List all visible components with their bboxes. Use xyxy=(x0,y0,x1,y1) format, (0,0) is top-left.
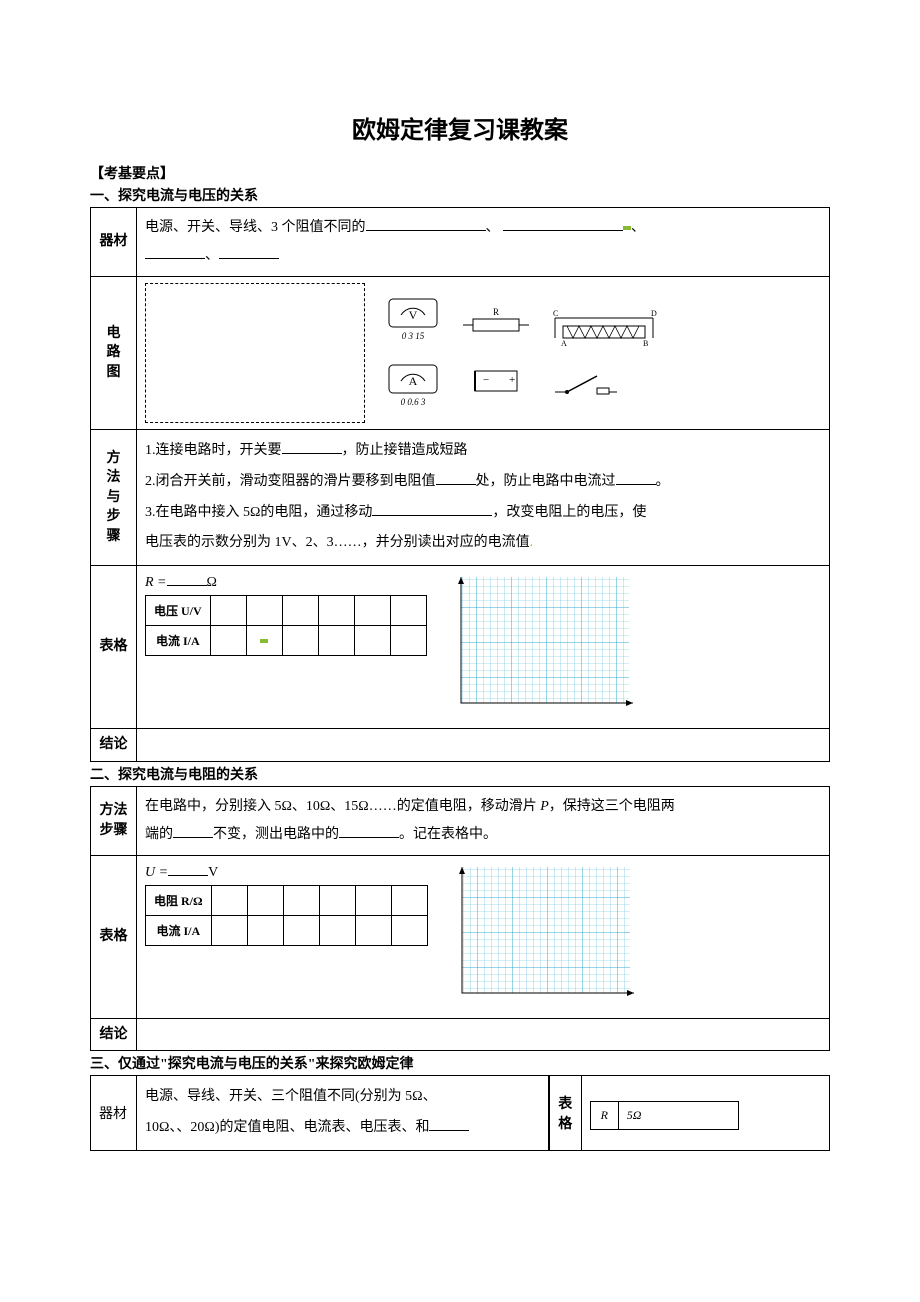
svg-text:0 3 15: 0 3 15 xyxy=(402,331,425,341)
svg-text:D: D xyxy=(651,309,657,318)
label-circuit: 电 路 图 xyxy=(91,277,137,430)
table-cell-2: U =V 电阻 R/Ω 电流 I/A xyxy=(137,855,830,1018)
svg-text:+: + xyxy=(509,374,515,386)
svg-text:B: B xyxy=(643,339,648,348)
section-1-table: 器材 电源、开关、导线、3 个阻值不同的、 、 、 电 路 图 V 0 3 15 xyxy=(90,207,830,762)
svg-text:0 0.6 3: 0 0.6 3 xyxy=(401,397,426,407)
section-3-right: 表 格 R5Ω xyxy=(549,1075,830,1151)
switch-icon xyxy=(549,364,619,398)
method2-cell: 在电路中，分别接入 5Ω、10Ω、15Ω……的定值电阻，移动滑片 P，保持这三个… xyxy=(137,786,830,855)
section-3-head: 三、仅通过"探究电流与电压的关系"来探究欧姆定律 xyxy=(90,1053,830,1073)
conclusion-cell-2 xyxy=(137,1018,830,1051)
conclusion-cell-1 xyxy=(137,729,830,762)
label-equipment-3: 器材 xyxy=(91,1076,137,1151)
svg-text:R: R xyxy=(493,307,499,317)
equipment-cell: 电源、开关、导线、3 个阻值不同的、 、 、 xyxy=(137,208,830,277)
voltmeter-icon: V 0 3 15 xyxy=(383,295,443,345)
label-conclusion: 结论 xyxy=(91,729,137,762)
page-title: 欧姆定律复习课教案 xyxy=(90,110,830,145)
label-method2: 方法 步骤 xyxy=(91,786,137,855)
circuit-cell: V 0 3 15 A 0 0.6 3 R xyxy=(137,277,830,430)
svg-text:A: A xyxy=(561,339,567,348)
svg-text:−: − xyxy=(483,374,489,386)
svg-text:C: C xyxy=(553,309,558,318)
section-3-left: 器材 电源、导线、开关、三个阻值不同(分别为 5Ω、 10Ω、、20Ω)的定值电… xyxy=(90,1075,549,1151)
label-table-2: 表格 xyxy=(91,855,137,1018)
battery-icon: − + xyxy=(461,361,531,401)
equipment-cell-3: 电源、导线、开关、三个阻值不同(分别为 5Ω、 10Ω、、20Ω)的定值电阻、电… xyxy=(137,1076,549,1151)
marker-icon xyxy=(260,639,268,643)
method-cell: 1.连接电路时，开关要，防止接错造成短路 2.闭合开关前，滑动变阻器的滑片要移到… xyxy=(137,430,830,566)
data-table-3: R5Ω xyxy=(590,1101,739,1130)
marker-icon xyxy=(623,226,631,230)
label-table-3: 表 格 xyxy=(549,1076,581,1151)
svg-text:A: A xyxy=(409,374,418,388)
section-2-head: 二、探究电流与电阻的关系 xyxy=(90,764,830,784)
exam-head: 【考基要点】 xyxy=(90,163,830,183)
circuit-placeholder xyxy=(145,283,365,423)
table-cell-1: R =Ω 电压 U/V 电流 I/A xyxy=(137,566,830,729)
data-table-1: 电压 U/V 电流 I/A xyxy=(145,595,427,656)
section-1-head: 一、探究电流与电压的关系 xyxy=(90,185,830,205)
label-equipment: 器材 xyxy=(91,208,137,277)
section-2-table: 方法 步骤 在电路中，分别接入 5Ω、10Ω、15Ω……的定值电阻，移动滑片 P… xyxy=(90,786,830,1052)
grid-chart-icon xyxy=(441,572,641,722)
ammeter-icon: A 0 0.6 3 xyxy=(383,361,443,411)
grid-chart-icon-2 xyxy=(442,862,642,1012)
resistor-icon: R xyxy=(461,305,531,345)
data-table-2: 电阻 R/Ω 电流 I/A xyxy=(145,885,428,946)
label-method: 方 法 与 步 骤 xyxy=(91,430,137,566)
svg-text:V: V xyxy=(409,308,418,322)
label-conclusion-2: 结论 xyxy=(91,1018,137,1051)
rheostat-icon: C D A B xyxy=(549,308,659,348)
label-table: 表格 xyxy=(91,566,137,729)
